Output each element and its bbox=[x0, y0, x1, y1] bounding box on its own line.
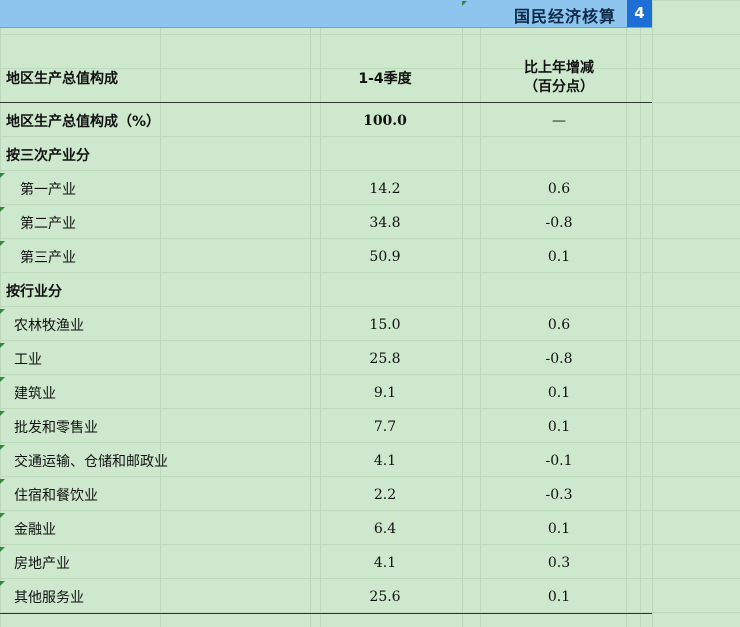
cell-marker-icon bbox=[0, 479, 5, 484]
table-row: 住宿和餐饮业 2.2 -0.3 bbox=[0, 478, 652, 512]
cell-marker-icon bbox=[462, 1, 467, 6]
table-row: 建筑业 9.1 0.1 bbox=[0, 376, 652, 410]
row-label-cell[interactable]: 批发和零售业 bbox=[6, 410, 314, 444]
row-label-cell[interactable]: 地区生产总值构成（%） bbox=[6, 104, 306, 138]
row-change-cell[interactable]: -0.3 bbox=[466, 478, 652, 512]
row-label-cell[interactable]: 按三次产业分 bbox=[6, 138, 306, 172]
row-change-cell[interactable] bbox=[466, 274, 652, 308]
row-change-cell[interactable]: 0.6 bbox=[466, 308, 652, 342]
row-value-cell[interactable]: 4.1 bbox=[310, 444, 460, 478]
cell-marker-icon bbox=[0, 547, 5, 552]
cell-marker-icon bbox=[0, 343, 5, 348]
row-change-cell[interactable]: 0.3 bbox=[466, 546, 652, 580]
table-row: 第二产业 34.8 -0.8 bbox=[0, 206, 652, 240]
row-label-cell[interactable]: 建筑业 bbox=[6, 376, 314, 410]
cell-marker-icon bbox=[0, 241, 5, 246]
row-change-cell[interactable]: -0.8 bbox=[466, 342, 652, 376]
page-number-badge: 4 bbox=[627, 0, 652, 27]
title-bar: 国民经济核算 4 bbox=[0, 0, 652, 28]
table-bottom-border bbox=[0, 613, 652, 614]
row-value-cell[interactable]: 9.1 bbox=[310, 376, 460, 410]
row-value-cell[interactable]: 6.4 bbox=[310, 512, 460, 546]
row-change-cell[interactable]: 0.6 bbox=[466, 172, 652, 206]
table-row: 按三次产业分 bbox=[0, 138, 652, 172]
table-row: 农林牧渔业 15.0 0.6 bbox=[0, 308, 652, 342]
cell-marker-icon bbox=[0, 173, 5, 178]
row-label-cell[interactable]: 第一产业 bbox=[6, 172, 320, 206]
table-row: 按行业分 bbox=[0, 274, 652, 308]
cell-marker-icon bbox=[0, 513, 5, 518]
row-value-cell[interactable]: 34.8 bbox=[310, 206, 460, 240]
row-value-cell[interactable]: 14.2 bbox=[310, 172, 460, 206]
row-change-cell[interactable] bbox=[466, 138, 652, 172]
row-label-cell[interactable]: 金融业 bbox=[6, 512, 314, 546]
row-value-cell[interactable]: 2.2 bbox=[310, 478, 460, 512]
row-label-cell[interactable]: 农林牧渔业 bbox=[6, 308, 314, 342]
row-label-cell[interactable]: 交通运输、仓储和邮政业 bbox=[6, 444, 314, 478]
cell-marker-icon bbox=[0, 581, 5, 586]
table-row: 工业 25.8 -0.8 bbox=[0, 342, 652, 376]
row-label-cell[interactable]: 住宿和餐饮业 bbox=[6, 478, 314, 512]
column-header-change[interactable]: 比上年增减 （百分点） bbox=[466, 54, 652, 102]
row-value-cell[interactable] bbox=[310, 138, 460, 172]
row-change-cell[interactable]: 0.1 bbox=[466, 376, 652, 410]
grid-line bbox=[652, 0, 653, 627]
table-row: 地区生产总值构成（%） 100.0— bbox=[0, 104, 652, 138]
row-change-cell[interactable]: 0.1 bbox=[466, 580, 652, 614]
cell-marker-icon bbox=[0, 411, 5, 416]
column-header-period[interactable]: 1-4季度 bbox=[310, 54, 460, 102]
spreadsheet-sheet: 国民经济核算 4 地区生产总值构成 1-4季度 比上年增减 （百分点） 地区生产… bbox=[0, 0, 740, 627]
column-header-name[interactable]: 地区生产总值构成 bbox=[6, 54, 306, 102]
row-label-cell[interactable]: 第二产业 bbox=[6, 206, 320, 240]
row-label-cell[interactable]: 按行业分 bbox=[6, 274, 306, 308]
table-row: 其他服务业 25.6 0.1 bbox=[0, 580, 652, 614]
cell-marker-icon bbox=[0, 377, 5, 382]
row-value-cell[interactable]: 25.8 bbox=[310, 342, 460, 376]
row-change-cell[interactable]: -0.8 bbox=[466, 206, 652, 240]
row-change-cell[interactable]: 0.1 bbox=[466, 512, 652, 546]
table-row: 金融业 6.4 0.1 bbox=[0, 512, 652, 546]
row-value-cell[interactable]: 100.0 bbox=[310, 104, 460, 138]
row-change-cell[interactable]: -0.1 bbox=[466, 444, 652, 478]
table-row: 第三产业 50.9 0.1 bbox=[0, 240, 652, 274]
table-row: 第一产业 14.2 0.6 bbox=[0, 172, 652, 206]
row-value-cell[interactable]: 15.0 bbox=[310, 308, 460, 342]
cell-marker-icon bbox=[0, 309, 5, 314]
table-row: 房地产业 4.1 0.3 bbox=[0, 546, 652, 580]
cell-marker-icon bbox=[0, 207, 5, 212]
row-change-cell[interactable]: — bbox=[466, 104, 652, 138]
row-change-cell[interactable]: 0.1 bbox=[466, 410, 652, 444]
row-value-cell[interactable]: 7.7 bbox=[310, 410, 460, 444]
row-label-cell[interactable]: 工业 bbox=[6, 342, 314, 376]
row-value-cell[interactable] bbox=[310, 274, 460, 308]
row-value-cell[interactable]: 4.1 bbox=[310, 546, 460, 580]
page-title: 国民经济核算 bbox=[513, 7, 616, 26]
table-header: 地区生产总值构成 1-4季度 比上年增减 （百分点） bbox=[0, 54, 652, 103]
table-row: 批发和零售业 7.7 0.1 bbox=[0, 410, 652, 444]
row-label-cell[interactable]: 其他服务业 bbox=[6, 580, 314, 614]
column-header-change-line2: （百分点） bbox=[524, 79, 594, 95]
row-label-cell[interactable]: 第三产业 bbox=[6, 240, 320, 274]
table-row: 交通运输、仓储和邮政业 4.1 -0.1 bbox=[0, 444, 652, 478]
row-label-cell[interactable]: 房地产业 bbox=[6, 546, 314, 580]
row-value-cell[interactable]: 25.6 bbox=[310, 580, 460, 614]
cell-marker-icon bbox=[0, 445, 5, 450]
row-value-cell[interactable]: 50.9 bbox=[310, 240, 460, 274]
column-header-change-line1: 比上年增减 bbox=[524, 60, 594, 76]
row-change-cell[interactable]: 0.1 bbox=[466, 240, 652, 274]
